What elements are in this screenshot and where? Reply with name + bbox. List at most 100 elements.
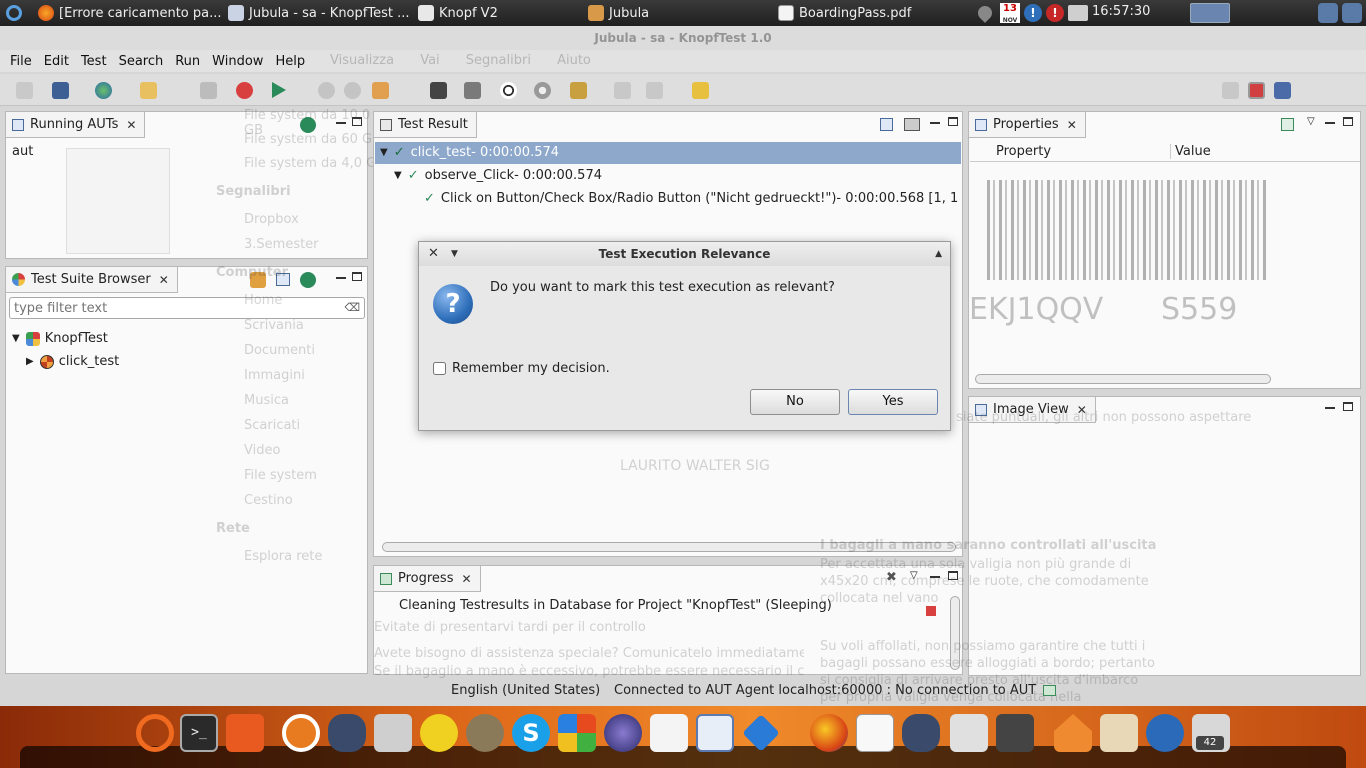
calculator-icon[interactable]: [374, 714, 412, 752]
expanded-triangle-icon[interactable]: ▼: [394, 170, 402, 181]
dialog-titlebar[interactable]: ✕ ▼ Test Execution Relevance ▲: [419, 242, 950, 266]
close-icon[interactable]: ✕: [461, 572, 471, 586]
collapse-icon[interactable]: [276, 273, 290, 286]
menu-help[interactable]: Help: [269, 54, 311, 69]
accessibility-icon[interactable]: [1146, 714, 1184, 752]
no-button[interactable]: No: [750, 389, 840, 415]
expanded-triangle-icon[interactable]: ▼: [12, 333, 20, 344]
settings-gear-icon[interactable]: [282, 714, 320, 752]
pause-icon[interactable]: [318, 82, 335, 99]
vertical-scrollbar[interactable]: [950, 596, 960, 670]
task-knopf[interactable]: Knopf V2: [412, 0, 582, 26]
show-desktop-button[interactable]: [1190, 3, 1230, 23]
minimize-icon[interactable]: [930, 116, 940, 124]
image-view-tab[interactable]: Image View ✕: [969, 397, 1096, 423]
user-icon[interactable]: [1318, 3, 1338, 23]
remember-checkbox[interactable]: [433, 362, 446, 375]
menu-edit[interactable]: Edit: [38, 54, 75, 69]
presentation-icon[interactable]: [650, 714, 688, 752]
object-map-icon[interactable]: [464, 82, 481, 99]
task-pdf[interactable]: BoardingPass.pdf: [772, 0, 962, 26]
wifi-icon[interactable]: [975, 3, 995, 23]
expanded-triangle-icon[interactable]: ▼: [380, 147, 388, 158]
cabinet-icon[interactable]: [950, 714, 988, 752]
progress-tab[interactable]: Progress ✕: [374, 566, 481, 592]
home-folder-icon[interactable]: [1054, 714, 1092, 752]
cancel-task-icon[interactable]: [926, 606, 936, 616]
gimp-icon[interactable]: [466, 714, 504, 752]
menu-window[interactable]: Window: [206, 54, 269, 69]
dialog-close-icon[interactable]: ✕: [428, 242, 439, 266]
step-icon[interactable]: [614, 82, 631, 99]
software-center-icon[interactable]: [226, 714, 264, 752]
document-icon[interactable]: [856, 714, 894, 752]
close-icon[interactable]: ✕: [159, 273, 169, 287]
target-icon[interactable]: [500, 82, 517, 99]
close-icon[interactable]: ✕: [1077, 403, 1087, 417]
task-jubula[interactable]: Jubula - sa - KnopfTest ...: [222, 0, 412, 26]
skype-icon[interactable]: S: [512, 714, 550, 752]
owl-icon-2[interactable]: [902, 714, 940, 752]
run-icon[interactable]: [272, 82, 286, 98]
maximize-icon[interactable]: [1343, 117, 1353, 126]
image-viewer-icon[interactable]: [696, 714, 734, 752]
dialog-menu-icon[interactable]: ▼: [451, 242, 458, 266]
tile-view-icon[interactable]: [880, 118, 893, 131]
view-menu-icon[interactable]: ▽: [1307, 116, 1315, 127]
menu-search[interactable]: Search: [113, 54, 170, 69]
menu-run[interactable]: Run: [169, 54, 206, 69]
run-icon[interactable]: [300, 272, 316, 288]
tree-node-testsuite[interactable]: ▶ click_test: [26, 354, 119, 369]
spec-perspective-icon[interactable]: [1274, 82, 1291, 99]
clear-icon[interactable]: [372, 82, 389, 99]
network-icon[interactable]: [1068, 5, 1088, 21]
ubuntu-menu-icon[interactable]: [6, 5, 22, 21]
result-row-testcase[interactable]: ▼ ✓ observe_Click - 0:00:00.574: [394, 168, 602, 183]
files-icon[interactable]: [1100, 714, 1138, 752]
jubula-perspective-icon[interactable]: [1248, 82, 1265, 99]
filter-field[interactable]: ⌫: [9, 297, 365, 319]
notification-icon[interactable]: !: [1024, 4, 1042, 22]
properties-tab[interactable]: Properties ✕: [969, 112, 1086, 138]
firefox-icon[interactable]: [810, 714, 848, 752]
table-icon[interactable]: [140, 82, 157, 99]
stop-icon[interactable]: [344, 82, 361, 99]
result-row-step[interactable]: ✓ Click on Button/Check Box/Radio Button…: [424, 191, 958, 206]
trash-icon[interactable]: 42: [1192, 714, 1230, 752]
wand-icon[interactable]: [570, 82, 587, 99]
view-menu-icon[interactable]: ▽: [910, 570, 918, 581]
maximize-icon[interactable]: [1343, 402, 1353, 411]
calendar-icon[interactable]: 13 NOV: [1000, 3, 1020, 24]
task-folder[interactable]: Jubula: [582, 0, 772, 26]
start-aut-icon[interactable]: [300, 117, 316, 133]
pin-icon[interactable]: [1281, 118, 1294, 131]
close-icon[interactable]: ✕: [126, 118, 136, 132]
sync-icon[interactable]: [250, 272, 266, 288]
back-icon[interactable]: [692, 82, 709, 99]
owl-icon[interactable]: [328, 714, 366, 752]
clock[interactable]: 16:57:30: [1092, 4, 1150, 19]
property-column-header[interactable]: Property: [996, 144, 1051, 159]
collapsed-triangle-icon[interactable]: ▶: [26, 356, 34, 367]
clear-filter-icon[interactable]: ⌫: [344, 301, 360, 314]
test-result-tab[interactable]: Test Result: [374, 112, 477, 138]
value-column-header[interactable]: Value: [1170, 144, 1211, 159]
dialog-shade-icon[interactable]: ▲: [935, 242, 942, 266]
maximize-icon[interactable]: [948, 117, 958, 126]
link-icon[interactable]: [200, 82, 217, 99]
minimize-icon[interactable]: [1325, 401, 1335, 409]
ubuntu-icon[interactable]: [136, 714, 174, 752]
debug-icon[interactable]: [430, 82, 447, 99]
step-over-icon[interactable]: [646, 82, 663, 99]
save-all-icon[interactable]: [52, 82, 69, 99]
menu-file[interactable]: File: [4, 54, 38, 69]
maximize-icon[interactable]: [352, 272, 362, 281]
minimize-icon[interactable]: [930, 570, 940, 578]
filter-input[interactable]: [14, 299, 334, 317]
tree-node-project[interactable]: ▼ KnopfTest: [12, 331, 108, 346]
windows-icon[interactable]: [558, 714, 596, 752]
maximize-icon[interactable]: [352, 117, 362, 126]
result-row-testsuite[interactable]: ▼ ✓ click_test - 0:00:00.574: [380, 145, 559, 160]
perspective-icon[interactable]: [1222, 82, 1239, 99]
maximize-icon[interactable]: [948, 571, 958, 580]
